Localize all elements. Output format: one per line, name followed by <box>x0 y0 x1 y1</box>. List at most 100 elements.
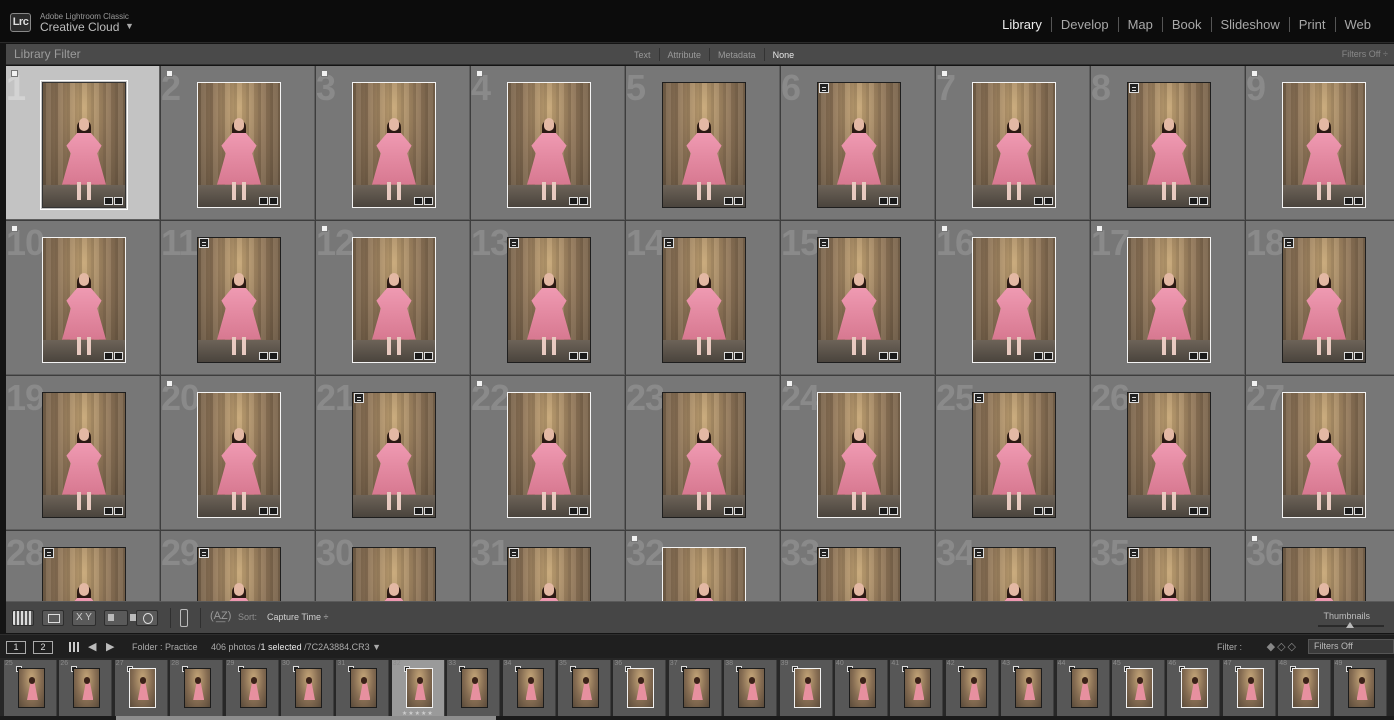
filmstrip-thumbnail[interactable] <box>682 668 710 708</box>
grid-cell[interactable]: 25 <box>936 376 1090 530</box>
grid-cell[interactable]: 35 <box>1091 531 1245 601</box>
filmstrip-thumbnail[interactable] <box>572 668 599 708</box>
metadata-badge-icon[interactable] <box>104 197 113 205</box>
quick-collection-marker[interactable] <box>11 225 18 232</box>
metadata-badge-icon[interactable] <box>259 197 268 205</box>
grid-cell[interactable]: 13 <box>471 221 625 375</box>
quick-collection-marker[interactable] <box>11 70 18 77</box>
quick-collection-marker[interactable] <box>941 225 948 232</box>
filmstrip-thumbnail[interactable] <box>405 668 433 708</box>
module-develop[interactable]: Develop <box>1052 17 1118 32</box>
photo-thumbnail[interactable] <box>972 392 1056 518</box>
develop-badge-icon[interactable] <box>1354 197 1363 205</box>
develop-badge-icon[interactable] <box>1354 507 1363 515</box>
grid-cell[interactable]: 19 <box>6 376 160 530</box>
loupe-view-button[interactable] <box>42 610 64 626</box>
filmstrip-cell[interactable]: 40 <box>835 660 888 718</box>
photo-thumbnail[interactable] <box>662 82 746 208</box>
develop-badge-icon[interactable] <box>579 352 588 360</box>
filmstrip-cell[interactable]: 42 <box>945 660 999 718</box>
photo-thumbnail[interactable] <box>817 392 901 518</box>
metadata-badge-icon[interactable] <box>879 197 888 205</box>
source-folder[interactable]: Folder : Practice <box>132 642 198 652</box>
grid-cell[interactable]: 20 <box>161 376 315 530</box>
thumbnail-slider-handle[interactable] <box>1346 622 1354 628</box>
grid-cell[interactable]: 32 <box>626 531 780 601</box>
metadata-badge-icon[interactable] <box>1344 197 1353 205</box>
develop-badge-icon[interactable] <box>269 352 278 360</box>
develop-badge-icon[interactable] <box>114 197 123 205</box>
develop-badge-icon[interactable] <box>114 352 123 360</box>
filmstrip-cell[interactable]: 45 <box>1112 660 1165 718</box>
grid-cell[interactable]: 1 <box>6 66 160 220</box>
filmstrip-thumbnail[interactable] <box>1126 668 1153 708</box>
develop-badge-icon[interactable] <box>424 352 433 360</box>
photo-thumbnail[interactable] <box>42 392 126 518</box>
quick-collection-marker[interactable] <box>321 225 328 232</box>
photo-thumbnail[interactable] <box>42 237 126 363</box>
develop-badge-icon[interactable] <box>269 197 278 205</box>
grid-cell[interactable]: 34 <box>936 531 1090 601</box>
grid-cell[interactable]: 27 <box>1246 376 1394 530</box>
main-window-button[interactable]: 1 <box>6 641 26 654</box>
quick-collection-marker[interactable] <box>941 70 948 77</box>
filmstrip-scroll-thumb[interactable] <box>116 716 496 720</box>
quick-collection-marker[interactable] <box>1251 70 1258 77</box>
grid-cell[interactable]: 12 <box>316 221 470 375</box>
metadata-badge-icon[interactable] <box>1189 197 1198 205</box>
develop-badge-icon[interactable] <box>1044 197 1053 205</box>
flag-filter-icons[interactable]: ◆◇◇ <box>1267 640 1298 653</box>
develop-badge-icon[interactable] <box>1044 352 1053 360</box>
photo-thumbnail[interactable] <box>662 392 746 518</box>
filmstrip-thumbnail[interactable] <box>738 668 766 708</box>
quick-collection-marker[interactable] <box>1096 225 1103 232</box>
photo-thumbnail[interactable] <box>197 237 281 363</box>
metadata-badge-icon[interactable] <box>414 197 423 205</box>
quick-collection-marker[interactable] <box>476 70 483 77</box>
filmstrip-cell[interactable]: 44 <box>1056 660 1110 718</box>
grid-cell[interactable]: 10 <box>6 221 160 375</box>
filmstrip-thumbnail[interactable] <box>128 668 156 708</box>
grid-cell[interactable]: 7 <box>936 66 1090 220</box>
module-map[interactable]: Map <box>1119 17 1162 32</box>
photo-thumbnail[interactable] <box>507 547 591 601</box>
filmstrip-thumbnail[interactable] <box>461 668 489 708</box>
metadata-badge-icon[interactable] <box>414 507 423 515</box>
module-web[interactable]: Web <box>1336 17 1381 32</box>
quick-collection-marker[interactable] <box>1251 380 1258 387</box>
filmstrip-thumbnail[interactable] <box>295 668 322 708</box>
photo-thumbnail[interactable] <box>1282 392 1366 518</box>
photo-thumbnail[interactable] <box>972 82 1056 208</box>
filmstrip-thumbnail[interactable] <box>1236 668 1264 708</box>
filmstrip-cell[interactable]: 43 <box>1001 660 1055 718</box>
metadata-badge-icon[interactable] <box>1344 507 1353 515</box>
photo-thumbnail[interactable] <box>817 547 901 601</box>
photo-thumbnail[interactable] <box>507 237 591 363</box>
spray-can-icon[interactable] <box>180 609 188 627</box>
filmstrip-thumbnail[interactable] <box>184 668 212 708</box>
photo-thumbnail[interactable] <box>507 82 591 208</box>
filmstrip-cell[interactable]: 47 <box>1222 660 1276 718</box>
filmstrip-thumbnail[interactable] <box>73 668 101 708</box>
filmstrip-filter-select[interactable]: Filters Off <box>1308 639 1394 654</box>
sort-direction-icon[interactable]: (A͟Z) <box>210 610 231 622</box>
grid-cell[interactable]: 15 <box>781 221 935 375</box>
metadata-badge-icon[interactable] <box>259 507 268 515</box>
grid-cell[interactable]: 29 <box>161 531 315 601</box>
photo-thumbnail[interactable] <box>197 392 281 518</box>
filmstrip-cell[interactable]: 33 <box>447 660 501 718</box>
grid-cell[interactable]: 8 <box>1091 66 1245 220</box>
metadata-badge-icon[interactable] <box>724 507 733 515</box>
filmstrip-thumbnail[interactable] <box>350 668 378 708</box>
metadata-badge-icon[interactable] <box>104 507 113 515</box>
photo-thumbnail[interactable] <box>352 392 436 518</box>
chevron-down-icon[interactable]: ▼ <box>125 21 134 31</box>
quick-collection-marker[interactable] <box>786 380 793 387</box>
secondary-window-button[interactable]: 2 <box>33 641 53 654</box>
develop-badge-icon[interactable] <box>424 197 433 205</box>
quick-collection-marker[interactable] <box>476 380 483 387</box>
grid-cell[interactable]: 30 <box>316 531 470 601</box>
people-view-button[interactable] <box>136 610 158 626</box>
photo-thumbnail[interactable] <box>1127 82 1211 208</box>
metadata-badge-icon[interactable] <box>879 507 888 515</box>
